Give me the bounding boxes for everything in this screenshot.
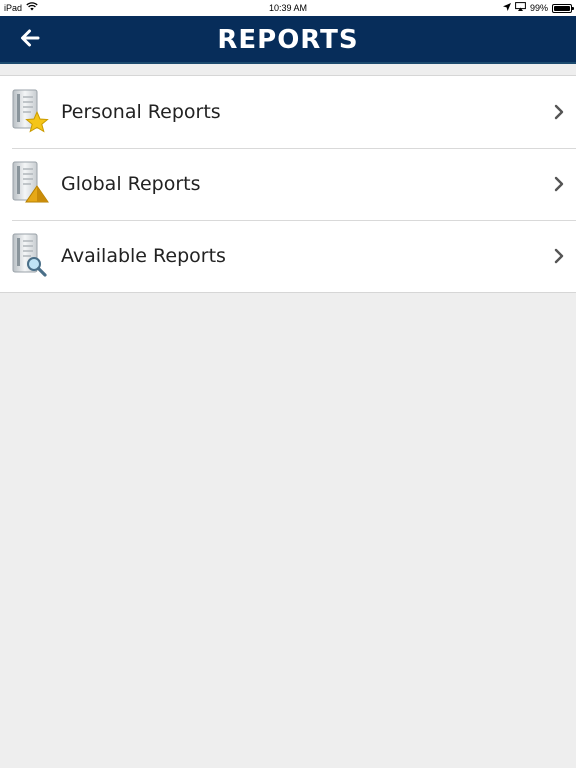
report-star-icon <box>10 88 50 136</box>
location-arrow-icon <box>502 0 511 16</box>
status-right: 99% <box>502 0 574 16</box>
list-item-global-reports[interactable]: Global Reports <box>0 148 576 220</box>
report-pyramid-icon <box>10 160 50 208</box>
list-item-label: Available Reports <box>61 245 226 267</box>
list-item-available-reports[interactable]: Available Reports <box>0 220 576 292</box>
reports-list: Personal Reports Global Reports Availabl… <box>0 75 576 293</box>
report-search-icon <box>10 232 50 280</box>
chevron-right-icon <box>552 247 566 265</box>
battery-icon <box>552 3 574 13</box>
status-time: 10:39 AM <box>268 3 308 13</box>
page-title: REPORTS <box>217 25 359 55</box>
battery-percent: 99% <box>529 3 548 13</box>
list-item-label: Personal Reports <box>61 101 221 123</box>
list-item-label: Global Reports <box>61 173 201 195</box>
chevron-right-icon <box>552 103 566 121</box>
nav-bar: REPORTS <box>0 16 576 64</box>
list-item-personal-reports[interactable]: Personal Reports <box>0 76 576 148</box>
battery-level <box>554 5 570 11</box>
screen-mirroring-icon <box>515 0 526 16</box>
status-bar: iPad 10:39 AM 99% <box>0 0 576 16</box>
chevron-right-icon <box>552 175 566 193</box>
